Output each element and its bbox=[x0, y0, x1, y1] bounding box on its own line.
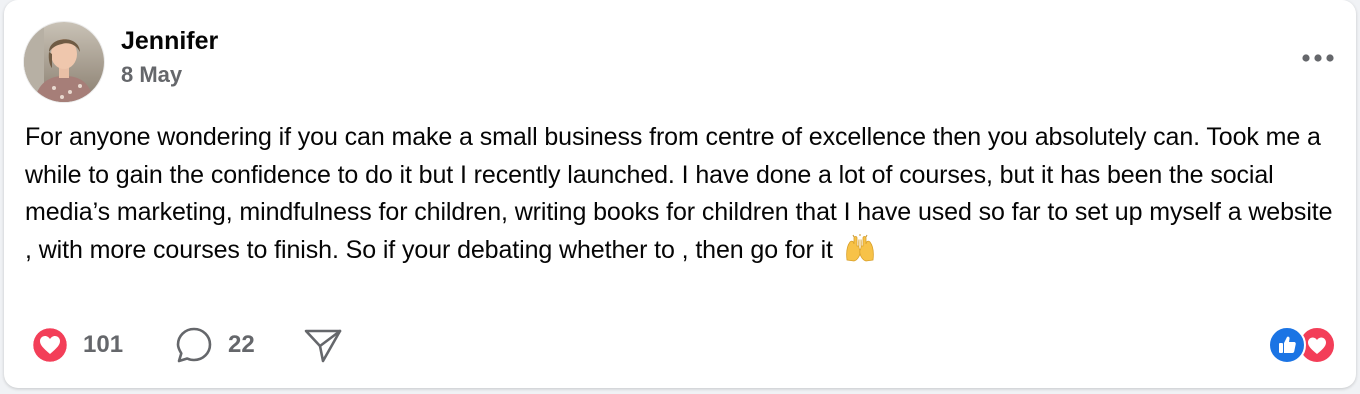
love-count: 101 bbox=[83, 331, 124, 358]
post-header: Jennifer 8 May bbox=[24, 22, 218, 102]
action-bar: 101 22 bbox=[32, 326, 343, 364]
author-avatar[interactable] bbox=[24, 22, 104, 102]
reaction-summary[interactable] bbox=[1268, 326, 1336, 364]
post-date[interactable]: 8 May bbox=[121, 60, 218, 90]
author-block: Jennifer 8 May bbox=[121, 24, 218, 90]
comment-count: 22 bbox=[228, 331, 255, 358]
send-icon bbox=[304, 329, 342, 363]
like-icon bbox=[1268, 326, 1306, 364]
love-reaction-button[interactable]: 101 bbox=[32, 327, 123, 363]
post-text-container: For anyone wondering if you can make a s… bbox=[25, 119, 1343, 273]
post-card: Jennifer 8 May For anyone wondering if y… bbox=[4, 0, 1356, 388]
author-name[interactable]: Jennifer bbox=[121, 24, 218, 58]
ellipsis-icon bbox=[1302, 54, 1334, 62]
raising-hands-emoji bbox=[844, 233, 876, 274]
share-button[interactable] bbox=[303, 326, 343, 364]
comment-bubble-icon bbox=[176, 327, 212, 363]
more-options-button[interactable] bbox=[1298, 42, 1338, 74]
post-text: For anyone wondering if you can make a s… bbox=[25, 123, 1333, 264]
comment-button[interactable]: 22 bbox=[175, 326, 255, 364]
heart-icon bbox=[32, 327, 68, 363]
profile-photo-icon bbox=[24, 22, 104, 102]
